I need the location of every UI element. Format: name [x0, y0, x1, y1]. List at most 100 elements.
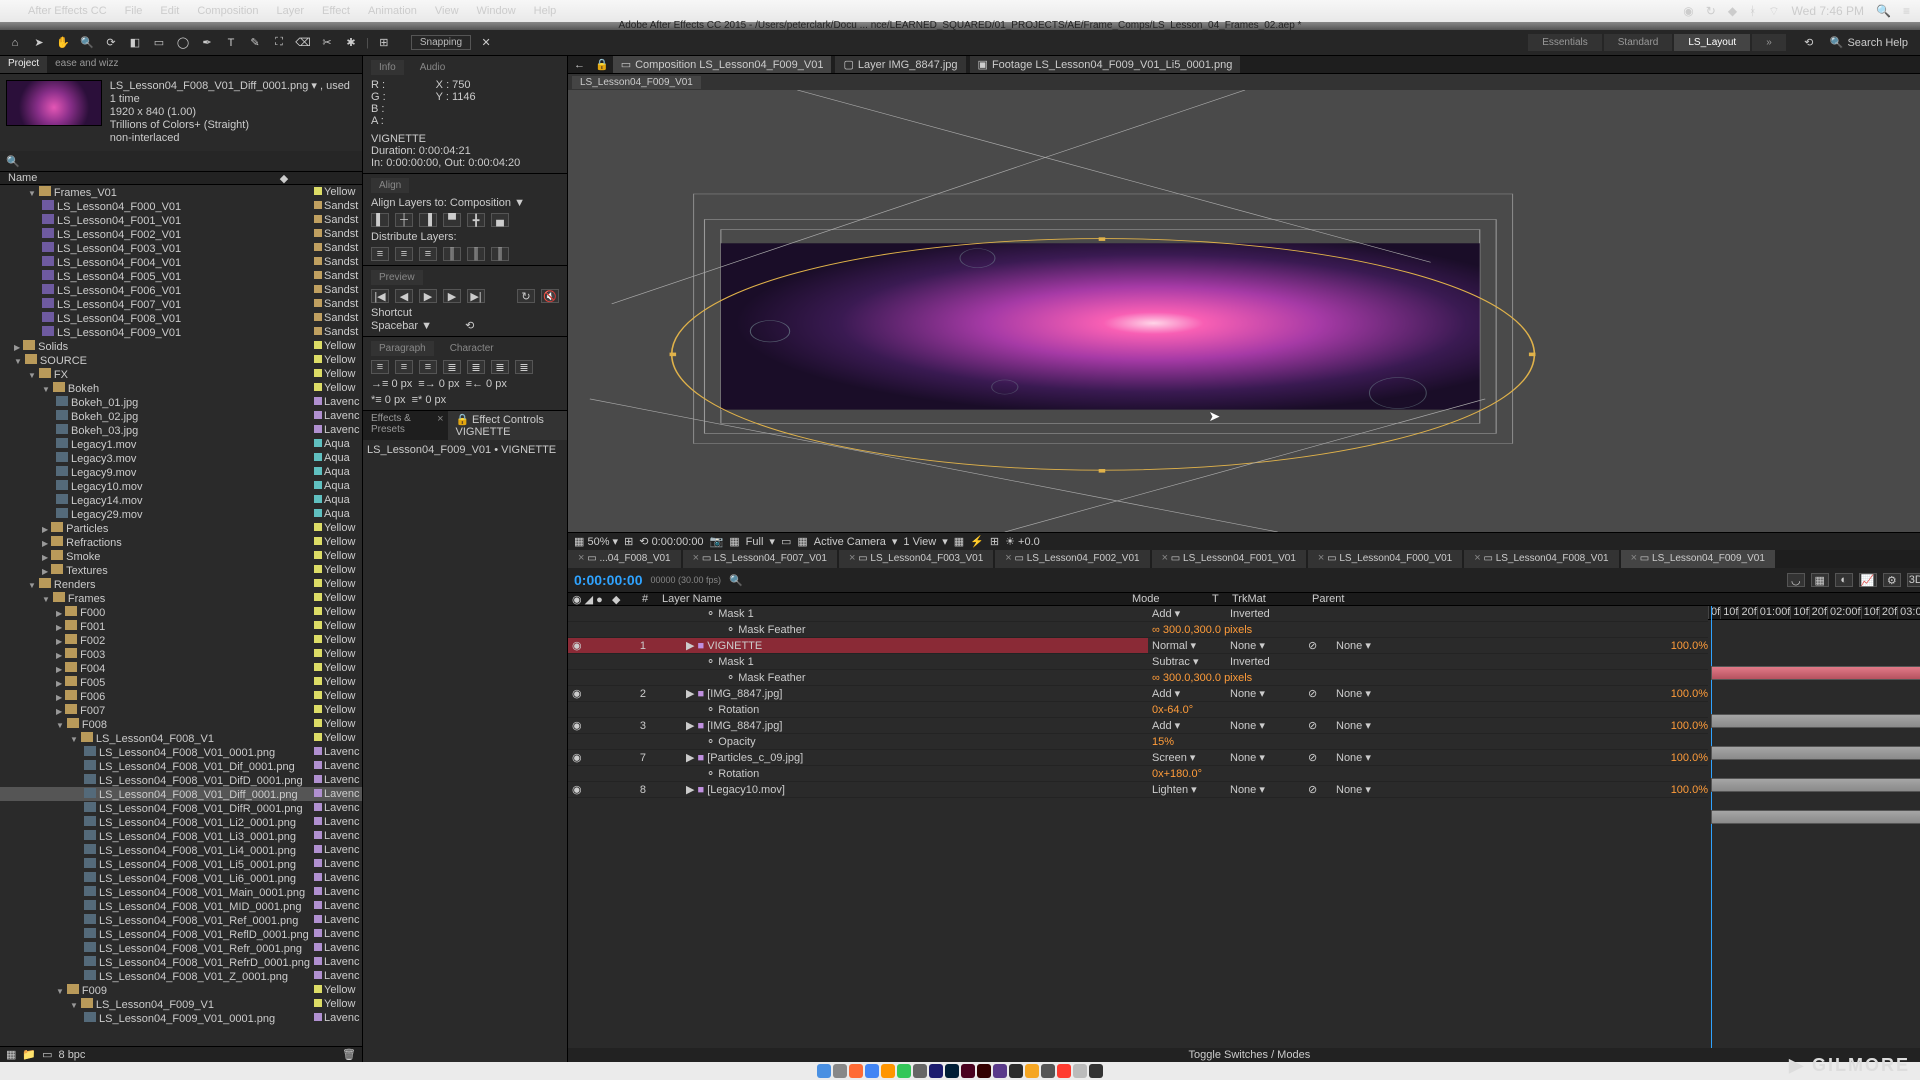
- timeline-timecode[interactable]: 0:00:00:00: [574, 572, 643, 588]
- toggle-switches-modes[interactable]: Toggle Switches / Modes: [1189, 1049, 1311, 1061]
- layer-row[interactable]: ◉ 3▶ ■ [IMG_8847.jpg]: [568, 718, 1148, 734]
- app-icon[interactable]: [1025, 1064, 1039, 1078]
- menu-layer[interactable]: Layer: [277, 5, 305, 17]
- tree-item[interactable]: LS_Lesson04_F001_V01Sandst: [0, 213, 362, 227]
- tree-item[interactable]: LS_Lesson04_F008_V01_ReflD_0001.pngLaven…: [0, 927, 362, 941]
- justify-left-icon[interactable]: ≣: [443, 360, 461, 374]
- spotlight-icon[interactable]: 🔍: [1876, 4, 1891, 18]
- app-icon[interactable]: [833, 1064, 847, 1078]
- id-icon[interactable]: [961, 1064, 975, 1078]
- time-display[interactable]: ⟲ 0:00:00:00: [639, 535, 703, 548]
- align-center-text-icon[interactable]: ≡: [395, 360, 413, 374]
- tree-item[interactable]: F006Yellow: [0, 689, 362, 703]
- tree-item[interactable]: LS_Lesson04_F008_V01Sandst: [0, 311, 362, 325]
- sync-icon[interactable]: ↻: [1706, 4, 1716, 18]
- tree-item[interactable]: LS_Lesson04_F002_V01Sandst: [0, 227, 362, 241]
- tab-project[interactable]: Project: [0, 56, 47, 73]
- tree-item[interactable]: LS_Lesson04_F000_V01Sandst: [0, 199, 362, 213]
- tree-item[interactable]: LS_Lesson04_F006_V01Sandst: [0, 283, 362, 297]
- timeline-tab[interactable]: × ▭ LS_Lesson04_F002_V01: [995, 550, 1149, 568]
- tree-item[interactable]: F008Yellow: [0, 717, 362, 731]
- tab-ease-and-wizz[interactable]: ease and wizz: [47, 56, 126, 73]
- lock-icon[interactable]: 🔒: [591, 58, 613, 71]
- project-tree[interactable]: Frames_V01YellowLS_Lesson04_F000_V01Sand…: [0, 185, 362, 1046]
- ps-icon[interactable]: [945, 1064, 959, 1078]
- tree-item[interactable]: LS_Lesson04_F008_V1Yellow: [0, 731, 362, 745]
- dist-top-icon[interactable]: ≡: [371, 247, 389, 261]
- layer-bar[interactable]: [1711, 666, 1920, 680]
- tab-character[interactable]: Character: [442, 341, 502, 356]
- next-frame-icon[interactable]: ▶: [443, 289, 461, 303]
- tab-effects-presets[interactable]: Effects & Presets: [363, 411, 433, 440]
- timeline-tab[interactable]: × ▭ LS_Lesson04_F008_V01: [1464, 550, 1618, 568]
- tree-item[interactable]: LS_Lesson04_F004_V01Sandst: [0, 255, 362, 269]
- tree-item[interactable]: F004Yellow: [0, 661, 362, 675]
- macos-dock[interactable]: [0, 1062, 1920, 1080]
- local-axis-icon[interactable]: ⊞: [375, 34, 393, 52]
- last-frame-icon[interactable]: ▶|: [467, 289, 485, 303]
- tree-item[interactable]: LS_Lesson04_F008_V01_Li3_0001.pngLavenc: [0, 829, 362, 843]
- tree-item[interactable]: LS_Lesson04_F008_V01_DifR_0001.pngLavenc: [0, 801, 362, 815]
- snapping-toggle[interactable]: Snapping: [411, 35, 471, 50]
- space-after[interactable]: ≡* 0 px: [412, 394, 447, 406]
- timeline-tracks[interactable]: 0f10f20f01:00f10f20f02:00f10f20f03:00f: [1708, 606, 1920, 1048]
- dropbox-icon[interactable]: ◆: [1728, 4, 1737, 18]
- layer-modes[interactable]: Screen ▾None ▾⊘None ▾100.0%: [1148, 750, 1708, 766]
- ruler-tick[interactable]: 02:00f: [1827, 606, 1861, 619]
- layer-modes[interactable]: ∞ 300.0,300.0 pixels: [1148, 670, 1708, 686]
- align-bottom-icon[interactable]: ▄: [491, 213, 509, 227]
- tree-item[interactable]: LS_Lesson04_F009_V01Sandst: [0, 325, 362, 339]
- region-icon[interactable]: ▭: [781, 535, 791, 548]
- loop-icon[interactable]: ↻: [517, 289, 535, 303]
- snapshot-icon[interactable]: 📷: [710, 535, 724, 548]
- tree-item[interactable]: SmokeYellow: [0, 549, 362, 563]
- dist-bottom-icon[interactable]: ≡: [419, 247, 437, 261]
- tree-item[interactable]: FXYellow: [0, 367, 362, 381]
- tree-item[interactable]: LS_Lesson04_F007_V01Sandst: [0, 297, 362, 311]
- frame-blend-icon[interactable]: ▦: [1811, 573, 1829, 587]
- timeline-tab[interactable]: × ▭ ...04_F008_V01: [568, 550, 681, 568]
- dist-left-icon[interactable]: ║: [443, 247, 461, 261]
- menu-effect[interactable]: Effect: [322, 5, 350, 17]
- ruler-tick[interactable]: 03:00f: [1897, 606, 1920, 619]
- app-icon[interactable]: [849, 1064, 863, 1078]
- channel-icon[interactable]: ▦: [729, 535, 739, 548]
- layer-row[interactable]: ⚬ Rotation: [568, 702, 1148, 718]
- ai-icon[interactable]: [977, 1064, 991, 1078]
- text-tool-icon[interactable]: T: [222, 34, 240, 52]
- tab-preview[interactable]: Preview: [371, 270, 423, 285]
- zoom-tool-icon[interactable]: 🔍: [78, 34, 96, 52]
- tree-item[interactable]: F002Yellow: [0, 633, 362, 647]
- layer-modes[interactable]: 0x-64.0°: [1148, 702, 1708, 718]
- tree-item[interactable]: Legacy3.movAqua: [0, 451, 362, 465]
- wifi-icon[interactable]: ⌔: [1768, 4, 1779, 19]
- app-icon[interactable]: [1009, 1064, 1023, 1078]
- tree-item[interactable]: Frames_V01Yellow: [0, 185, 362, 199]
- pixel-aspect-icon[interactable]: ▦: [954, 535, 964, 548]
- tree-item[interactable]: LS_Lesson04_F009_V1Yellow: [0, 997, 362, 1011]
- dist-hcenter-icon[interactable]: ║: [467, 247, 485, 261]
- layer-row[interactable]: ⚬ Opacity: [568, 734, 1148, 750]
- tab-effect-controls[interactable]: 🔒 Effect Controls VIGNETTE: [448, 411, 568, 440]
- hand-tool-icon[interactable]: ✋: [54, 34, 72, 52]
- col-tag-icon[interactable]: ◆: [258, 172, 310, 184]
- composition-viewer[interactable]: 人人素材: [568, 90, 1920, 532]
- layer-row[interactable]: ⚬ Mask Feather: [568, 670, 1148, 686]
- resolution-dropdown[interactable]: ⊞: [624, 535, 633, 548]
- sync-settings-icon[interactable]: ⟲: [1800, 34, 1818, 52]
- pen-tool-icon[interactable]: ✒: [198, 34, 216, 52]
- layer-row[interactable]: ⚬ Rotation: [568, 766, 1148, 782]
- play-icon[interactable]: ▶: [419, 289, 437, 303]
- app-icon[interactable]: [1041, 1064, 1055, 1078]
- ruler-tick[interactable]: 10f: [1790, 606, 1808, 619]
- layer-row[interactable]: ⚬ Mask 1: [568, 654, 1148, 670]
- tree-item[interactable]: Legacy29.movAqua: [0, 507, 362, 521]
- tree-item[interactable]: LS_Lesson04_F008_V01_Li6_0001.pngLavenc: [0, 871, 362, 885]
- snap-opts-icon[interactable]: ✕: [477, 34, 495, 52]
- camera-tool-icon[interactable]: ◧: [126, 34, 144, 52]
- indent-first[interactable]: ≡→ 0 px: [418, 378, 459, 390]
- tree-item[interactable]: LS_Lesson04_F008_V01_MID_0001.pngLavenc: [0, 899, 362, 913]
- workspace-overflow-icon[interactable]: »: [1752, 34, 1786, 51]
- search-help[interactable]: 🔍 Search Help: [1824, 34, 1914, 51]
- tree-item[interactable]: F007Yellow: [0, 703, 362, 717]
